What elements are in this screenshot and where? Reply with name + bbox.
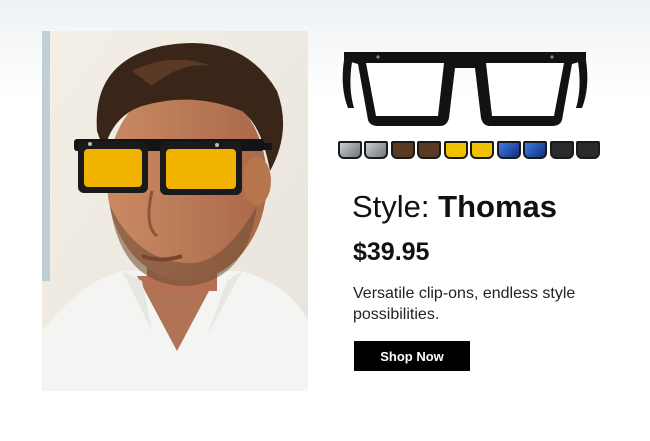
- lens-right: [417, 141, 441, 159]
- style-name: Thomas: [438, 189, 558, 224]
- style-label: Style:: [352, 189, 430, 224]
- lens-left: [444, 141, 468, 159]
- lens-left: [550, 141, 574, 159]
- clip-on-gray: [338, 141, 388, 159]
- model-photo: [42, 31, 308, 391]
- lens-right: [470, 141, 494, 159]
- product-price: $39.95: [353, 238, 430, 266]
- frame-photo: [340, 38, 590, 133]
- lens-right: [364, 141, 388, 159]
- product-style-heading: Style: Thomas: [352, 189, 557, 225]
- clip-on-black: [550, 141, 600, 159]
- lens-right: [576, 141, 600, 159]
- clip-on-lens-row: [338, 141, 600, 159]
- lens-left: [338, 141, 362, 159]
- model-illustration: [42, 31, 308, 391]
- clip-on-brown: [391, 141, 441, 159]
- clip-on-blue: [497, 141, 547, 159]
- shop-now-button[interactable]: Shop Now: [354, 341, 470, 371]
- clip-on-yellow: [444, 141, 494, 159]
- product-description: Versatile clip-ons, endless style possib…: [353, 285, 576, 323]
- lens-left: [497, 141, 521, 159]
- lens-left: [391, 141, 415, 159]
- eyeglass-frames-icon: [342, 52, 588, 126]
- lens-right: [523, 141, 547, 159]
